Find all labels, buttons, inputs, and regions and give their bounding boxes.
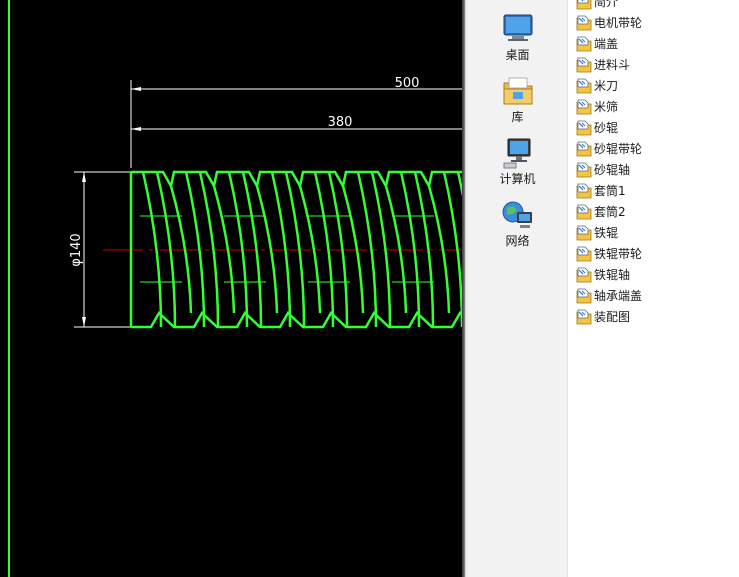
file-item[interactable]: 简介 xyxy=(576,0,618,11)
file-item[interactable]: 电机带轮 xyxy=(576,14,642,32)
dimension-diameter-label: φ140 xyxy=(69,233,84,266)
nav-label-library: 库 xyxy=(511,110,524,124)
file-item-label: 米刀 xyxy=(594,79,619,93)
file-item[interactable]: 端盖 xyxy=(576,35,618,53)
navigation-pane: 桌面 库 计算机 网络 xyxy=(468,0,568,577)
cad-file-icon xyxy=(576,246,592,262)
nav-item-network[interactable]: 网络 xyxy=(468,198,567,248)
cad-file-icon xyxy=(576,141,592,157)
cad-file-icon xyxy=(576,99,592,115)
file-item-label: 电机带轮 xyxy=(594,16,643,30)
nav-item-library[interactable]: 库 xyxy=(468,74,567,124)
file-item[interactable]: 装配图 xyxy=(576,308,630,326)
file-item[interactable]: 套筒2 xyxy=(576,203,626,221)
cad-drawing-canvas[interactable]: 500 380 φ140 xyxy=(0,0,462,577)
network-icon xyxy=(502,201,532,228)
dimension-overall-length[interactable]: 500 xyxy=(130,76,462,168)
file-item[interactable]: 砂辊轴 xyxy=(576,161,630,179)
file-item[interactable]: 米筛 xyxy=(576,98,618,116)
cad-file-icon xyxy=(576,267,592,283)
nav-label-network: 网络 xyxy=(505,234,530,248)
file-item[interactable]: 轴承端盖 xyxy=(576,287,642,305)
file-item[interactable]: 砂辊 xyxy=(576,119,618,137)
file-item-label: 砂辊轴 xyxy=(594,163,631,177)
file-item-label: 砂辊带轮 xyxy=(594,142,643,156)
file-item[interactable]: 铁辊 xyxy=(576,224,618,242)
file-item-label: 装配图 xyxy=(594,310,631,324)
file-item[interactable]: 套筒1 xyxy=(576,182,626,200)
nav-label-desktop: 桌面 xyxy=(505,48,530,62)
file-item-label: 简介 xyxy=(594,0,619,9)
file-item[interactable]: 米刀 xyxy=(576,77,618,95)
file-item-label: 铁辊带轮 xyxy=(594,247,643,261)
file-item-label: 米筛 xyxy=(594,100,619,114)
file-item[interactable]: 进料斗 xyxy=(576,56,630,74)
file-item[interactable]: 砂辊带轮 xyxy=(576,140,642,158)
desktop-icon xyxy=(503,14,532,41)
file-item-label: 轴承端盖 xyxy=(594,289,643,303)
cad-file-icon xyxy=(576,15,592,31)
file-item[interactable]: 铁辊带轮 xyxy=(576,245,642,263)
file-item-label: 进料斗 xyxy=(594,58,631,72)
dimension-380-label: 380 xyxy=(328,115,353,130)
nav-item-computer[interactable]: 计算机 xyxy=(468,136,567,186)
file-item-label: 套筒2 xyxy=(594,205,626,219)
cad-drawing: 500 380 φ140 xyxy=(8,0,462,577)
file-item-label: 套筒1 xyxy=(594,184,626,198)
file-item-label: 铁辊轴 xyxy=(594,268,631,282)
cad-file-icon xyxy=(576,36,592,52)
nav-item-desktop[interactable]: 桌面 xyxy=(468,12,567,62)
cad-file-icon xyxy=(576,162,592,178)
cad-file-icon xyxy=(576,0,592,10)
cad-file-icon xyxy=(576,120,592,136)
cad-file-icon xyxy=(576,225,592,241)
cad-file-icon xyxy=(576,309,592,325)
cad-file-icon xyxy=(576,78,592,94)
cad-file-icon xyxy=(576,183,592,199)
file-item-label: 端盖 xyxy=(594,37,619,51)
computer-icon xyxy=(503,138,530,169)
file-item[interactable]: 铁辊轴 xyxy=(576,266,630,284)
file-item-label: 铁辊 xyxy=(594,226,619,240)
file-item-label: 砂辊 xyxy=(594,121,619,135)
dimension-500-label: 500 xyxy=(395,76,420,91)
file-list: 简介电机带轮端盖进料斗米刀米筛砂辊砂辊带轮砂辊轴套筒1 套筒2 铁辊铁辊带轮铁辊轴轴… xyxy=(568,0,739,577)
nav-label-computer: 计算机 xyxy=(499,172,536,186)
library-icon xyxy=(503,77,532,105)
cad-file-icon xyxy=(576,288,592,304)
cad-file-icon xyxy=(576,57,592,73)
cad-file-icon xyxy=(576,204,592,220)
dimension-thread-length[interactable]: 380 xyxy=(131,115,462,131)
